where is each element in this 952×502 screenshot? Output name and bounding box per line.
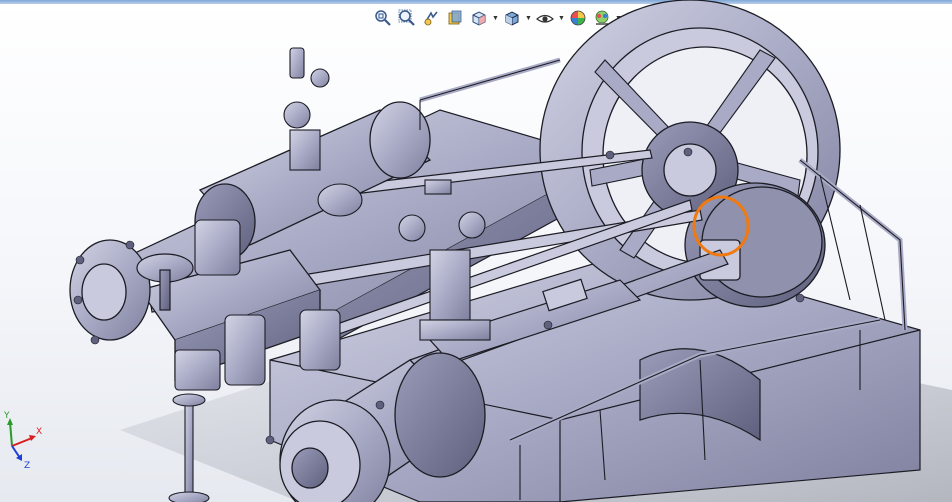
- x-axis-arrow-icon: [29, 435, 36, 441]
- y-axis-line: [9, 421, 13, 447]
- y-axis-label: Y: [3, 411, 10, 421]
- z-axis-label: Z: [24, 461, 30, 468]
- reference-triad: Y X Z: [3, 411, 42, 468]
- graphics-viewport[interactable]: [0, 0, 952, 502]
- x-axis-label: X: [36, 427, 42, 437]
- x-axis-line: [11, 437, 33, 447]
